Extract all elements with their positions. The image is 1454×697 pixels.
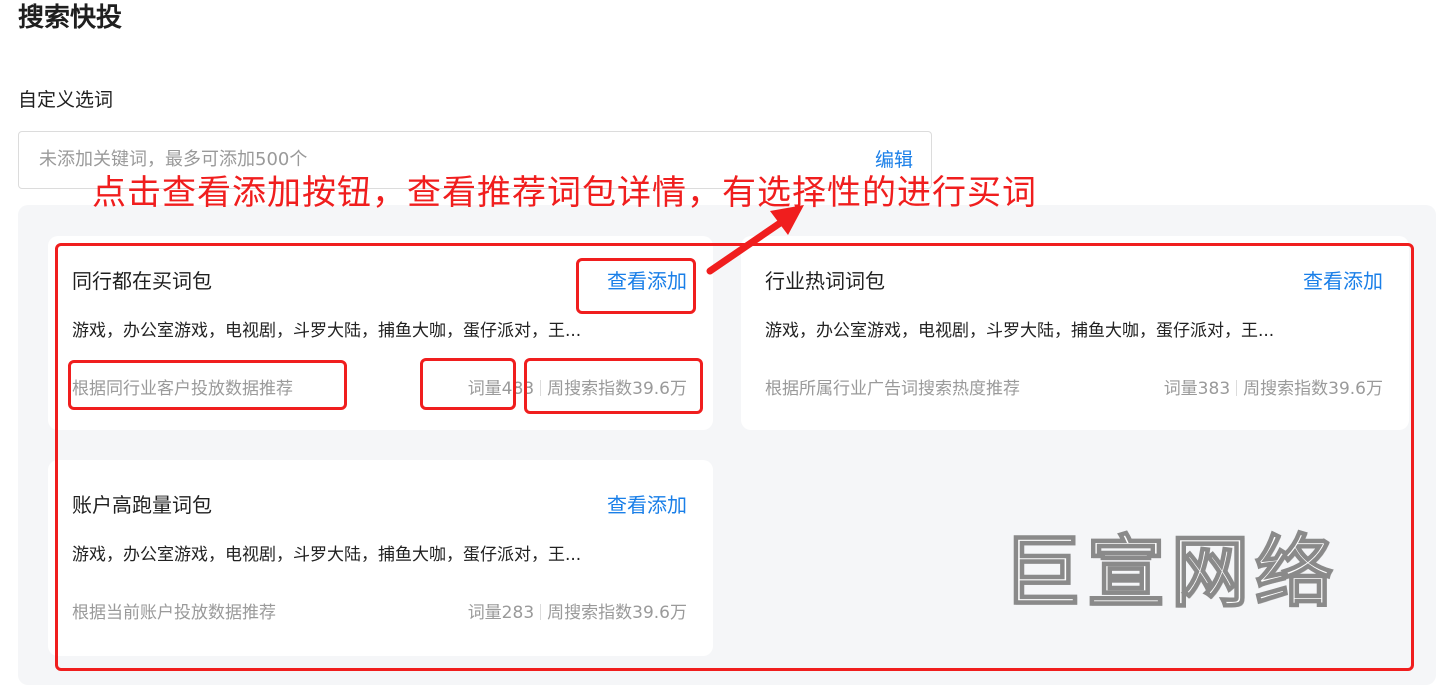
search-index: 周搜索指数39.6万 [547, 379, 687, 399]
package-title: 同行都在买词包 [72, 269, 212, 293]
package-stats: 词量283 周搜索指数39.6万 [468, 600, 687, 626]
page-title: 搜索快投 [18, 3, 123, 33]
package-card-account: 账户高跑量词包 查看添加 游戏，办公室游戏，电视剧，斗罗大陆，捕鱼大咖，蛋仔派对… [48, 460, 713, 656]
custom-keywords-title: 自定义选词 [18, 89, 114, 111]
package-card-peers: 同行都在买词包 查看添加 游戏，办公室游戏，电视剧，斗罗大陆，捕鱼大咖，蛋仔派对… [48, 236, 713, 430]
search-index: 周搜索指数39.6万 [1243, 379, 1383, 399]
package-words: 游戏，办公室游戏，电视剧，斗罗大陆，捕鱼大咖，蛋仔派对，王... [72, 321, 582, 341]
package-card-industry: 行业热词词包 查看添加 游戏，办公室游戏，电视剧，斗罗大陆，捕鱼大咖，蛋仔派对，… [741, 236, 1409, 430]
package-words: 游戏，办公室游戏，电视剧，斗罗大陆，捕鱼大咖，蛋仔派对，王... [765, 321, 1275, 341]
package-description: 根据当前账户投放数据推荐 [72, 603, 276, 623]
annotation-arrow-icon [706, 205, 804, 275]
package-description: 根据同行业客户投放数据推荐 [72, 379, 293, 399]
stats-divider [540, 604, 542, 620]
search-index: 周搜索指数39.6万 [547, 603, 687, 623]
package-description: 根据所属行业广告词搜索热度推荐 [765, 379, 1020, 399]
stats-divider [540, 380, 542, 396]
view-add-button[interactable]: 查看添加 [1303, 266, 1383, 296]
view-add-button[interactable]: 查看添加 [607, 490, 687, 520]
watermark-logo: 巨宣网络 [1002, 527, 1340, 619]
word-count: 词量483 [467, 379, 535, 399]
package-title: 账户高跑量词包 [72, 493, 212, 517]
package-words: 游戏，办公室游戏，电视剧，斗罗大陆，捕鱼大咖，蛋仔派对，王... [72, 545, 582, 565]
package-stats: 词量383 周搜索指数39.6万 [1164, 376, 1383, 402]
annotation-text: 点击查看添加按钮，查看推荐词包详情，有选择性的进行买词 [92, 173, 1037, 213]
package-stats: 词量483 周搜索指数39.6万 [468, 376, 687, 402]
word-count: 词量383 [1163, 379, 1231, 399]
view-add-button[interactable]: 查看添加 [607, 266, 687, 296]
word-count: 词量283 [467, 603, 535, 623]
stats-divider [1236, 380, 1238, 396]
